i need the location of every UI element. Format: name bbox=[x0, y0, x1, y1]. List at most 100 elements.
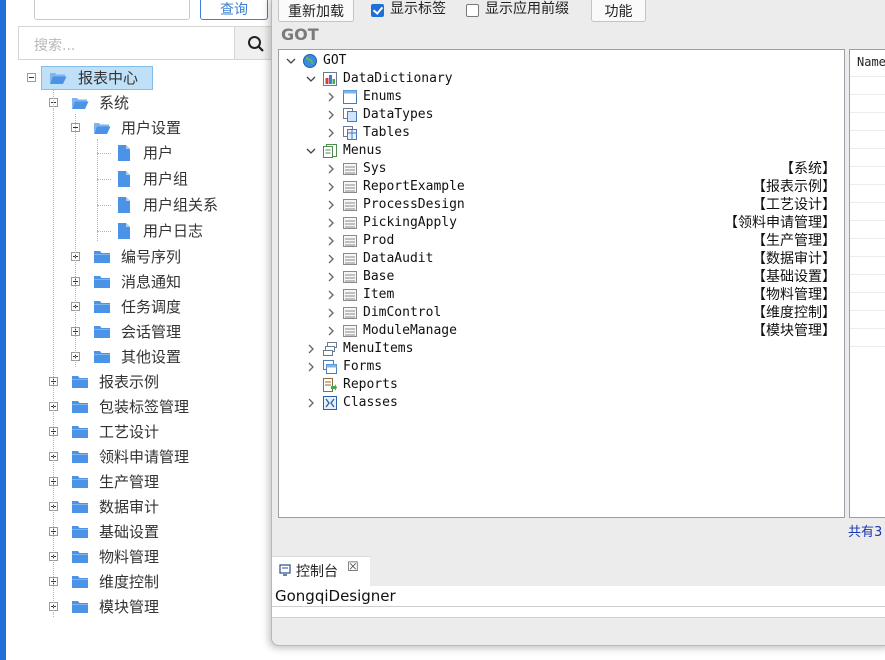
aot-tree-node-label: Forms bbox=[343, 359, 383, 374]
menu-tree-item[interactable]: 基础设置 bbox=[0, 522, 270, 544]
tree-connector bbox=[97, 179, 111, 180]
aot-tree-node[interactable]: ModuleManage 【模块管理】 bbox=[279, 322, 844, 340]
menu-tree-item[interactable]: 生产管理 bbox=[0, 472, 270, 494]
chevron-right-icon[interactable] bbox=[305, 394, 317, 412]
chevron-right-icon[interactable] bbox=[325, 88, 337, 106]
menu-tree-item[interactable]: 物料管理 bbox=[0, 547, 270, 569]
chevron-right-icon[interactable] bbox=[305, 340, 317, 358]
menu-tree-item[interactable]: 模块管理 bbox=[0, 597, 270, 619]
menu-tree-item[interactable]: 编号序列 bbox=[0, 247, 270, 269]
chevron-down-icon[interactable] bbox=[285, 52, 297, 70]
menu-tree-item[interactable]: 用户组 bbox=[0, 169, 270, 191]
aot-tree-node[interactable]: Forms bbox=[279, 358, 844, 376]
chevron-right-icon[interactable] bbox=[325, 286, 337, 304]
menu-tree-item[interactable]: 用户组关系 bbox=[0, 195, 270, 217]
chevron-right-icon[interactable] bbox=[325, 268, 337, 286]
properties-row bbox=[850, 112, 885, 113]
functions-button[interactable]: 功能 bbox=[591, 0, 646, 22]
aot-tree-node-label: Classes bbox=[343, 395, 398, 410]
aot-tree-panel[interactable]: GOT DataDictionary Enums DataTypes Tables Men… bbox=[278, 49, 845, 518]
folder-icon bbox=[71, 525, 89, 539]
menu-tree-item[interactable]: 系统 bbox=[0, 93, 270, 115]
aot-tree-node[interactable]: Tables bbox=[279, 124, 844, 142]
aot-tree-node[interactable]: Prod 【生产管理】 bbox=[279, 232, 844, 250]
collapse-icon[interactable] bbox=[27, 73, 36, 82]
chevron-right-icon[interactable] bbox=[325, 322, 337, 340]
show-prefix-checkbox[interactable] bbox=[466, 4, 479, 17]
chevron-right-icon[interactable] bbox=[325, 196, 337, 214]
menu-tree-item-label: 会话管理 bbox=[121, 323, 182, 341]
chevron-right-icon[interactable] bbox=[325, 232, 337, 250]
menu-tree-item[interactable]: 维度控制 bbox=[0, 572, 270, 594]
menu-tree-item[interactable]: 领料申请管理 bbox=[0, 447, 270, 469]
menu-tree-item-label: 包装标签管理 bbox=[99, 398, 190, 416]
aot-tree-node-caption: 【物料管理】 bbox=[752, 287, 836, 303]
aot-tree-node[interactable]: Reports bbox=[279, 376, 844, 394]
menu-tree-item-label: 维度控制 bbox=[99, 573, 160, 591]
chevron-right-icon[interactable] bbox=[325, 160, 337, 178]
menu-tree-item-label: 系统 bbox=[99, 94, 130, 112]
close-icon[interactable]: ☒ bbox=[347, 560, 359, 575]
aot-tree-node[interactable]: DimControl 【维度控制】 bbox=[279, 304, 844, 322]
aot-tree-node[interactable]: PickingApply 【领料申请管理】 bbox=[279, 214, 844, 232]
menu-tree-item-label: 数据审计 bbox=[99, 498, 160, 516]
aot-tree-node[interactable]: DataDictionary bbox=[279, 70, 844, 88]
menu-tree-item[interactable]: 报表中心 bbox=[0, 66, 270, 90]
properties-row bbox=[850, 130, 885, 131]
folder-icon bbox=[71, 400, 89, 414]
tree-guide-line bbox=[53, 89, 54, 617]
aot-tree-node-caption: 【生产管理】 bbox=[752, 233, 836, 249]
properties-panel[interactable] bbox=[849, 49, 885, 518]
aot-tree-node[interactable]: Sys 【系统】 bbox=[279, 160, 844, 178]
tab-console[interactable]: 控制台 ☒ bbox=[272, 556, 370, 587]
globe-icon bbox=[303, 54, 317, 68]
menu-tree-item[interactable]: 工艺设计 bbox=[0, 422, 270, 444]
properties-row bbox=[850, 202, 885, 203]
aot-tree-node-label: Menus bbox=[343, 143, 383, 158]
aot-tree-node[interactable]: ReportExample 【报表示例】 bbox=[279, 178, 844, 196]
menu-tree-item[interactable]: 报表示例 bbox=[0, 372, 270, 394]
aot-tree-node[interactable]: DataTypes bbox=[279, 106, 844, 124]
menu-tree-item[interactable]: 用户设置 bbox=[0, 118, 270, 140]
aot-tree-node[interactable]: Classes bbox=[279, 394, 844, 412]
menu-tree-item[interactable]: 会话管理 bbox=[0, 322, 270, 344]
properties-row bbox=[850, 238, 885, 239]
properties-row bbox=[850, 220, 885, 221]
aot-tree-node[interactable]: DataAudit 【数据审计】 bbox=[279, 250, 844, 268]
aot-tree-node[interactable]: Enums bbox=[279, 88, 844, 106]
chevron-right-icon[interactable] bbox=[325, 214, 337, 232]
chevron-right-icon[interactable] bbox=[325, 304, 337, 322]
aot-tree-node[interactable]: Base 【基础设置】 bbox=[279, 268, 844, 286]
folder-open-icon bbox=[71, 96, 89, 110]
menu-icon bbox=[343, 180, 357, 194]
console-input-area[interactable] bbox=[272, 607, 885, 618]
aot-tree-node-label: Tables bbox=[363, 125, 410, 140]
menu-tree-item[interactable]: 用户 bbox=[0, 143, 270, 165]
aot-tree-node[interactable]: GOT bbox=[279, 52, 844, 70]
folder-icon bbox=[71, 550, 89, 564]
properties-row bbox=[850, 256, 885, 257]
menu-tree-item[interactable]: 用户日志 bbox=[0, 221, 270, 243]
chevron-right-icon[interactable] bbox=[325, 250, 337, 268]
chevron-right-icon[interactable] bbox=[325, 106, 337, 124]
chevron-right-icon[interactable] bbox=[305, 358, 317, 376]
aot-tree-node-label: DataDictionary bbox=[343, 71, 453, 86]
properties-row bbox=[850, 328, 885, 329]
chevron-right-icon[interactable] bbox=[325, 124, 337, 142]
aot-tree-node[interactable]: Menus bbox=[279, 142, 844, 160]
aot-tree-node-label: DimControl bbox=[363, 305, 442, 320]
reload-button[interactable]: 重新加载 bbox=[278, 0, 354, 22]
menu-tree-item-label: 领料申请管理 bbox=[99, 448, 190, 466]
chevron-down-icon[interactable] bbox=[305, 70, 317, 88]
show-labels-checkbox[interactable] bbox=[371, 4, 384, 17]
chevron-right-icon[interactable] bbox=[325, 178, 337, 196]
aot-tree-node[interactable]: Item 【物料管理】 bbox=[279, 286, 844, 304]
menu-tree-item[interactable]: 包装标签管理 bbox=[0, 397, 270, 419]
chevron-down-icon[interactable] bbox=[305, 142, 317, 160]
aot-tree-node[interactable]: ProcessDesign 【工艺设计】 bbox=[279, 196, 844, 214]
menu-tree-item[interactable]: 数据审计 bbox=[0, 497, 270, 519]
menu-tree-item[interactable]: 其他设置 bbox=[0, 347, 270, 369]
aot-tree-node[interactable]: MenuItems bbox=[279, 340, 844, 358]
menu-tree-item[interactable]: 消息通知 bbox=[0, 272, 270, 294]
menu-tree-item[interactable]: 任务调度 bbox=[0, 297, 270, 319]
